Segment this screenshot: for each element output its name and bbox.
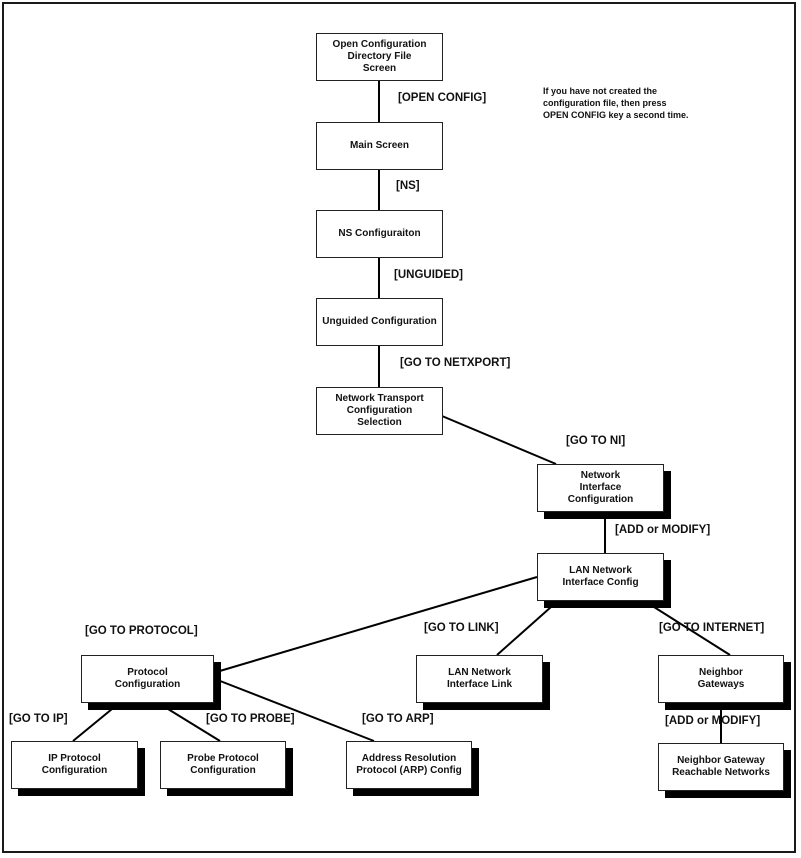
edge-label-unguided: [UNGUIDED]	[394, 269, 463, 281]
node-label: Main Screen	[350, 140, 409, 151]
node-label: NS Configuraiton	[338, 228, 421, 239]
edge-label-open-config: [OPEN CONFIG]	[398, 92, 487, 104]
edge-protocol-to-ip	[72, 708, 113, 742]
node-label: IP Protocol Configuration	[41, 753, 108, 776]
edge-label-go-to-arp: [GO TO ARP]	[362, 713, 434, 725]
edge-label-add-or-modify-ni: [ADD or MODIFY]	[615, 524, 711, 536]
node-network-interface-configuration: Network Interface Configuration	[537, 464, 664, 512]
edge-label-ns: [NS]	[396, 180, 420, 192]
edge-label-go-to-protocol: [GO TO PROTOCOL]	[85, 625, 198, 637]
node-label: Address Resolution Protocol (ARP) Config	[356, 753, 462, 776]
node-network-transport-selection: Network Transport Configuration Selectio…	[316, 387, 443, 435]
edge-lan-to-link	[496, 606, 552, 656]
node-open-config-directory: Open Configuration Directory File Screen	[316, 33, 443, 81]
node-label: LAN Network Interface Config	[562, 565, 639, 588]
node-neighbor-gateways: Neighbor Gateways	[658, 655, 784, 703]
node-unguided-configuration: Unguided Configuration	[316, 298, 443, 346]
edge-label-go-to-internet: [GO TO INTERNET]	[659, 622, 765, 634]
node-label: Open Configuration Directory File Screen	[332, 39, 427, 74]
node-probe-protocol-configuration: Probe Protocol Configuration	[160, 741, 286, 789]
edge-label-go-to-ni: [GO TO NI]	[566, 435, 626, 447]
node-label: Protocol Configuration	[114, 667, 181, 690]
node-label: Network Transport Configuration Selectio…	[335, 393, 424, 428]
node-main-screen: Main Screen	[316, 122, 443, 170]
node-lan-network-interface-config: LAN Network Interface Config	[537, 553, 664, 601]
edge-label-go-to-netxport: [GO TO NETXPORT]	[400, 357, 511, 369]
edge-protocol-to-arp	[214, 678, 375, 742]
node-arp-config: Address Resolution Protocol (ARP) Config	[346, 741, 472, 789]
node-protocol-configuration: Protocol Configuration	[81, 655, 214, 703]
node-ns-configuration: NS Configuraiton	[316, 210, 443, 258]
node-ip-protocol-configuration: IP Protocol Configuration	[11, 741, 138, 789]
instruction-note: If you have not created the configuratio…	[543, 86, 689, 120]
node-neighbor-gateway-reachable-networks: Neighbor Gateway Reachable Networks	[658, 743, 784, 791]
edge-label-go-to-link: [GO TO LINK]	[424, 622, 499, 634]
edge-label-go-to-ip: [GO TO IP]	[9, 713, 68, 725]
node-label: LAN Network Interface Link	[446, 667, 513, 690]
node-label: Neighbor Gateway Reachable Networks	[672, 755, 770, 778]
edge-label-add-or-modify-gateways: [ADD or MODIFY]	[665, 715, 761, 727]
edge-label-go-to-probe: [GO TO PROBE]	[206, 713, 295, 725]
node-label: Probe Protocol Configuration	[187, 753, 259, 776]
node-label: Neighbor Gateways	[697, 667, 745, 690]
edge-transport-to-ni	[441, 415, 557, 465]
node-lan-network-interface-link: LAN Network Interface Link	[416, 655, 543, 703]
node-label: Unguided Configuration	[322, 316, 437, 327]
node-label: Network Interface Configuration	[567, 470, 634, 505]
